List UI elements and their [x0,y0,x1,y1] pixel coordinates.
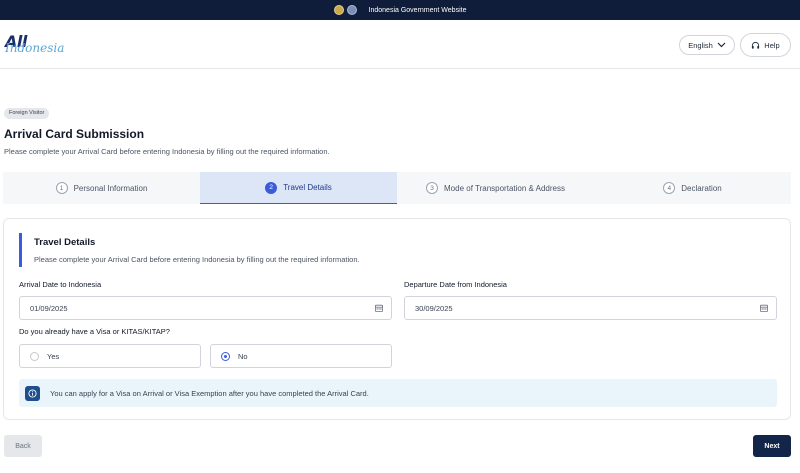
visa-option-yes[interactable]: Yes [19,344,201,368]
visa-option-no[interactable]: No [210,344,392,368]
arrival-date-value: 01/09/2025 [30,303,68,313]
headset-icon [752,41,760,49]
departure-date-label: Departure Date from Indonesia [404,280,507,289]
chevron-down-icon [717,42,726,48]
step-number: 4 [663,182,676,194]
calendar-icon[interactable] [760,304,768,312]
step-label: Mode of Transportation & Address [444,183,565,193]
all-indonesia-logo[interactable]: All Indonesia [5,32,65,60]
back-button[interactable]: Back [4,435,42,457]
arrival-date-input[interactable]: 01/09/2025 [19,296,392,320]
visa-question-label: Do you already have a Visa or KITAS/KITA… [19,327,170,336]
help-button[interactable]: Help [740,33,791,57]
visitor-type-badge: Foreign Visitor [4,108,50,119]
radio-yes[interactable] [30,351,39,361]
departure-date-value: 30/09/2025 [415,303,453,313]
info-icon [25,385,40,401]
step-declaration[interactable]: 4 Declaration [594,172,791,204]
government-emblems [333,5,357,15]
language-selector[interactable]: English [679,35,735,55]
step-label: Travel Details [283,183,332,192]
section-header: Travel Details Please complete your Arri… [19,233,399,267]
info-text: You can apply for a Visa on Arrival or V… [50,388,369,398]
info-alert: You can apply for a Visa on Arrival or V… [19,379,777,407]
help-label: Help [764,40,780,50]
step-label: Personal Information [73,183,148,193]
step-personal-information[interactable]: 1 Personal Information [3,172,200,204]
section-subtitle: Please complete your Arrival Card before… [34,255,360,264]
government-banner: Indonesia Government Website [0,0,800,20]
page-title: Arrival Card Submission [4,127,145,141]
radio-no[interactable] [221,351,230,361]
language-label: English [688,40,713,50]
page-subtitle: Please complete your Arrival Card before… [4,147,330,156]
next-button[interactable]: Next [753,435,791,457]
option-yes-label: Yes [47,351,60,361]
government-banner-text: Indonesia Government Website [368,6,467,14]
section-title: Travel Details [34,237,96,248]
departure-date-input[interactable]: 30/09/2025 [404,296,777,320]
step-travel-details[interactable]: 2 Travel Details [200,172,397,204]
site-header: All Indonesia English Help [0,20,800,69]
form-stepper: 1 Personal Information 2 Travel Details … [3,172,791,204]
immigration-emblem-icon [346,5,357,15]
step-label: Declaration [681,183,722,193]
step-number: 3 [426,182,439,194]
step-number: 1 [55,182,68,194]
option-no-label: No [238,351,248,361]
travel-details-card: Travel Details Please complete your Arri… [3,218,791,420]
arrival-date-label: Arrival Date to Indonesia [19,280,102,289]
logo-secondary-text: Indonesia [5,41,65,55]
step-number: 2 [265,181,278,194]
garuda-emblem-icon [333,5,344,15]
step-mode-of-transportation[interactable]: 3 Mode of Transportation & Address [397,172,594,204]
calendar-icon[interactable] [375,304,383,312]
